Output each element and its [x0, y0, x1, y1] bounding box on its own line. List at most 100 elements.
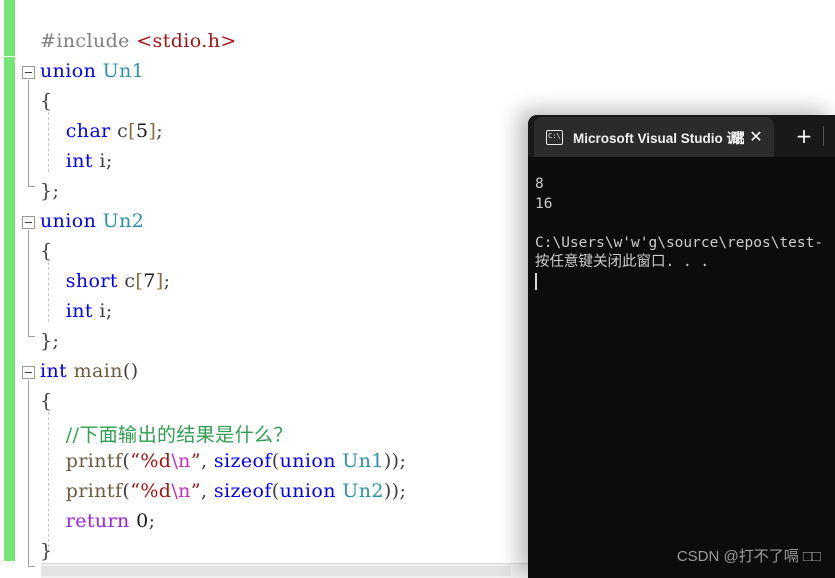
- code-line: int i;: [40, 150, 113, 172]
- console-output[interactable]: 8 16 C:\Users\w'w'g\source\repos\test- 按任意…: [528, 157, 835, 578]
- code-line: char c[5];: [40, 120, 163, 142]
- code-token: “%d: [130, 450, 172, 472]
- code-token: main: [73, 360, 123, 382]
- code-token: };: [40, 330, 60, 352]
- console-tab[interactable]: Microsoft Visual Studio 调试控 ✕: [534, 117, 774, 157]
- fold-toggle-main[interactable]: [22, 366, 35, 379]
- outline-guide: [28, 566, 35, 567]
- fold-toggle-union-un1[interactable]: [22, 66, 35, 79]
- console-tab-title-cjk: 调试控: [726, 131, 744, 146]
- code-token: printf: [65, 450, 123, 472]
- console-line: 8: [535, 176, 544, 192]
- console-tab-title: Microsoft Visual Studio 调试控: [573, 127, 744, 147]
- watermark: CSDN @打不了嗝 □□: [676, 548, 821, 565]
- code-token: {: [40, 390, 53, 412]
- outline-guide: [28, 336, 35, 337]
- code-token: 5: [135, 120, 149, 142]
- code-token: i;: [92, 300, 113, 322]
- outline-guide: [28, 80, 29, 186]
- code-token: (): [122, 360, 139, 382]
- close-icon[interactable]: ✕: [744, 129, 768, 145]
- outline-guide: [28, 186, 35, 187]
- code-token: ,: [200, 450, 214, 472]
- console-tab-title-ascii: Microsoft Visual Studio: [573, 131, 727, 146]
- horizontal-scrollbar-thumb[interactable]: [41, 566, 511, 576]
- code-token: short: [65, 270, 118, 292]
- code-line: int main(): [40, 360, 139, 382]
- change-tracking-bar: [4, 57, 15, 561]
- code-token: union: [40, 60, 103, 82]
- console-caret-line: [535, 272, 835, 294]
- code-token: Un2: [342, 480, 384, 502]
- code-token: ”: [190, 480, 201, 502]
- code-token: ;: [163, 270, 171, 292]
- fold-toggle-union-un2[interactable]: [22, 216, 35, 229]
- console-window[interactable]: Microsoft Visual Studio 调试控 ✕ + ⌄ 8 16 C:…: [528, 115, 835, 578]
- code-token: int: [65, 300, 93, 322]
- code-token: ]: [155, 270, 164, 292]
- code-token: Un2: [102, 210, 145, 232]
- code-token: (: [271, 450, 280, 472]
- code-token: ;: [156, 120, 164, 142]
- outline-guide: [28, 230, 29, 336]
- code-token: “%d: [130, 480, 172, 502]
- code-token: union: [279, 450, 343, 472]
- new-tab-button[interactable]: +: [786, 115, 822, 157]
- code-line: printf(“%d\n”, sizeof(union Un2));: [40, 480, 406, 502]
- code-token: Un1: [342, 450, 384, 472]
- code-token: sizeof: [213, 480, 272, 502]
- text-caret: [535, 272, 537, 290]
- code-token: sizeof: [213, 450, 272, 472]
- code-line: short c[7];: [40, 270, 170, 292]
- code-token: union: [279, 480, 343, 502]
- console-icon: [546, 129, 563, 145]
- tab-divider: [823, 126, 824, 146]
- code-line: printf(“%d\n”, sizeof(union Un1));: [40, 450, 406, 472]
- console-line: 按任意键关闭此窗口. . .: [535, 254, 710, 270]
- console-line: C:\Users\w'w'g\source\repos\test-: [535, 234, 824, 251]
- code-token: i;: [92, 150, 113, 172]
- code-line: {: [40, 390, 53, 412]
- console-titlebar[interactable]: Microsoft Visual Studio 调试控 ✕ + ⌄: [528, 115, 835, 157]
- code-token: union: [40, 210, 103, 232]
- code-token: c: [117, 270, 136, 292]
- code-token: //下面输出的结果是什么？: [65, 424, 293, 446]
- code-token: \n: [171, 450, 191, 472]
- code-token: char: [65, 120, 111, 142]
- code-token: 0: [136, 510, 149, 532]
- code-token: };: [40, 180, 60, 202]
- console-line: 16: [535, 195, 553, 212]
- change-tracking-bar: [4, 0, 15, 56]
- code-line: };: [40, 330, 59, 352]
- code-line: return 0;: [40, 510, 155, 532]
- code-line: union Un2: [40, 210, 144, 232]
- code-line: //下面输出的结果是什么？: [40, 420, 293, 447]
- code-token: ));: [383, 450, 407, 472]
- code-token: ;: [148, 510, 156, 532]
- code-token: <stdio.h>: [136, 30, 237, 52]
- code-token: #include: [40, 30, 137, 52]
- code-line: };: [40, 180, 59, 202]
- code-line: }: [40, 540, 53, 562]
- outline-guide: [28, 380, 29, 566]
- code-token: }: [40, 540, 53, 562]
- code-token: ,: [200, 480, 214, 502]
- code-line: #include <stdio.h>: [40, 30, 237, 52]
- code-token: {: [40, 240, 53, 262]
- code-token: ”: [190, 450, 201, 472]
- code-token: return: [65, 510, 130, 532]
- code-line: union Un1: [40, 60, 144, 82]
- code-token: ));: [383, 480, 407, 502]
- code-token: Un1: [102, 60, 145, 82]
- code-line: int i;: [40, 300, 113, 322]
- code-token: (: [271, 480, 280, 502]
- chevron-down-icon[interactable]: ⌄: [828, 115, 835, 157]
